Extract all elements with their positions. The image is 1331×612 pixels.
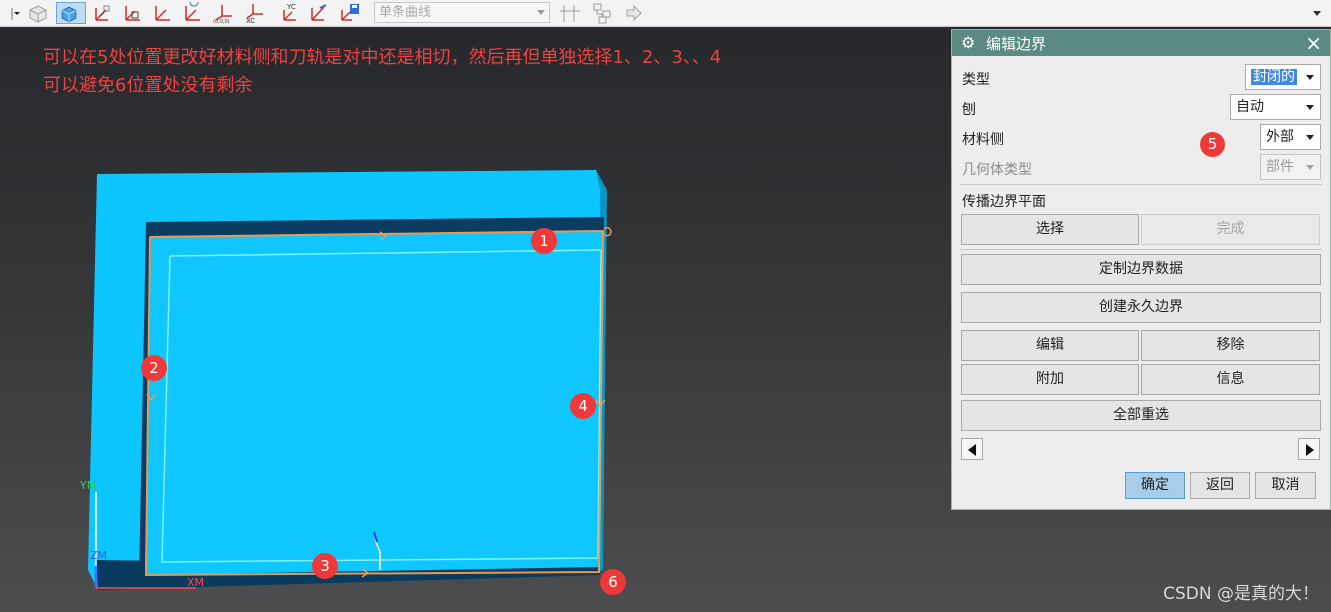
finish-button: 完成 — [1141, 214, 1320, 245]
divider — [960, 184, 1322, 185]
plane-select[interactable]: 自动 — [1230, 94, 1321, 120]
svg-text:YC: YC — [286, 3, 296, 11]
append-button[interactable]: 附加 — [961, 364, 1139, 395]
geometry-type-label: 几何体类型 — [962, 162, 1032, 178]
toolbar: (0,0,0) XC YC 单条曲线 — [0, 0, 1331, 27]
geometry-type-select: 部件 — [1260, 154, 1321, 180]
chevron-down-icon — [1306, 105, 1314, 110]
marker-1: 1 — [531, 228, 557, 254]
geometry-type-value: 部件 — [1266, 159, 1294, 175]
axis-icon-5[interactable] — [306, 2, 330, 24]
wcs-origin-icon[interactable]: (0,0,0) — [212, 2, 236, 24]
yc-axis-icon[interactable]: YC — [276, 2, 300, 24]
axis-icon-2[interactable] — [150, 2, 174, 24]
chevron-down-icon — [1306, 135, 1314, 140]
svg-text:(0,0,0): (0,0,0) — [213, 19, 230, 24]
select-button[interactable]: 选择 — [961, 214, 1139, 245]
curve-rule-dropdown[interactable]: 单条曲线 — [374, 2, 550, 23]
zm-axis-label: ZM — [90, 549, 107, 562]
xm-axis-label: XM — [187, 576, 204, 589]
ok-button[interactable]: 确定 — [1125, 472, 1185, 499]
axis-icon-3[interactable] — [180, 2, 204, 24]
part-model[interactable]: YM ZM XM — [0, 28, 950, 612]
chevron-down-icon — [1306, 165, 1314, 170]
propagate-plane-label: 传播边界平面 — [962, 194, 1046, 210]
dropdown-arrow-icon[interactable] — [0, 2, 20, 24]
plane-value: 自动 — [1236, 99, 1264, 115]
edit-button[interactable]: 编辑 — [961, 330, 1139, 361]
type-label: 类型 — [962, 72, 990, 88]
type-value: 封闭的 — [1251, 69, 1297, 85]
type-select[interactable]: 封闭的 — [1245, 64, 1321, 90]
dialog-header: ⚙ 编辑边界 × — [952, 30, 1330, 56]
wcs-icon[interactable] — [90, 2, 114, 24]
cancel-button[interactable]: 取消 — [1255, 472, 1316, 499]
material-side-select[interactable]: 外部 — [1260, 124, 1321, 150]
tree-icon[interactable] — [590, 2, 614, 24]
reselect-all-button[interactable]: 全部重选 — [961, 400, 1321, 431]
toolbar-overflow-icon[interactable] — [1313, 11, 1321, 16]
watermark: CSDN @是真的大！ — [1163, 584, 1319, 604]
shaded-view-icon[interactable] — [56, 2, 86, 24]
edit-boundary-dialog: ⚙ 编辑边界 × 类型 封闭的 刨 自动 材料侧 5 外部 几何体类型 部件 传… — [951, 29, 1331, 510]
close-icon[interactable]: × — [1305, 31, 1322, 55]
material-side-value: 外部 — [1266, 129, 1294, 145]
gear-icon[interactable]: ⚙ — [961, 33, 975, 52]
marker-5: 5 — [1200, 132, 1225, 157]
back-button[interactable]: 返回 — [1190, 472, 1250, 499]
chevron-down-icon — [1306, 75, 1314, 80]
xc-axis-icon[interactable]: XC — [243, 2, 267, 24]
wireframe-view-icon[interactable] — [26, 2, 50, 24]
svg-text:XC: XC — [246, 17, 255, 24]
save-view-icon[interactable] — [338, 2, 362, 24]
divider — [960, 249, 1322, 250]
left-arrow-icon — [968, 444, 976, 456]
curve-rule-value: 单条曲线 — [379, 5, 432, 20]
dialog-title: 编辑边界 — [986, 35, 1047, 53]
scroll-right-button[interactable] — [1298, 438, 1320, 460]
create-permanent-boundary-button[interactable]: 创建永久边界 — [961, 292, 1321, 323]
chevron-down-icon — [537, 10, 545, 15]
custom-boundary-data-button[interactable]: 定制边界数据 — [961, 254, 1321, 285]
marker-3: 3 — [312, 553, 338, 579]
marker-4: 4 — [570, 393, 596, 419]
remove-button[interactable]: 移除 — [1141, 330, 1320, 361]
pocket-floor — [145, 232, 604, 575]
marker-6: 6 — [600, 569, 626, 595]
marker-2: 2 — [141, 355, 167, 381]
material-side-label: 材料侧 — [962, 132, 1004, 148]
scroll-left-button[interactable] — [961, 438, 983, 460]
axis-icon-1[interactable] — [120, 2, 144, 24]
junction-icon[interactable] — [558, 2, 582, 24]
forward-arrow-icon[interactable] — [622, 2, 646, 24]
ym-axis-label: YM — [79, 479, 96, 492]
info-button[interactable]: 信息 — [1141, 364, 1320, 395]
plane-label: 刨 — [962, 102, 976, 118]
right-arrow-icon — [1306, 444, 1314, 456]
